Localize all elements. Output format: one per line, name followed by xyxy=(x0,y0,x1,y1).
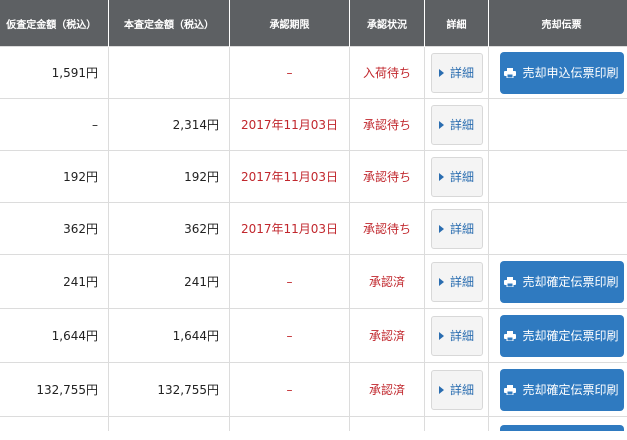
header-approval-status: 承認状況 xyxy=(349,0,425,47)
table-row: 192円 192円 2017年11月03日 承認待ち 詳細 xyxy=(0,150,627,203)
final-amount xyxy=(108,46,230,99)
detail-button-label: 詳細 xyxy=(449,222,474,236)
approval-deadline: 2017年11月03日 xyxy=(229,150,350,203)
approval-deadline: – xyxy=(229,308,350,363)
header-approval-deadline: 承認期限 xyxy=(229,0,350,47)
header-detail: 詳細 xyxy=(424,0,489,47)
table-row: –2,314円 2017年11月03日 承認待ち 詳細 xyxy=(0,98,627,151)
detail-cell: 詳細 xyxy=(424,150,489,203)
detail-cell: 詳細 xyxy=(424,254,489,309)
triangle-right-icon xyxy=(438,224,444,233)
header-provisional-amount: 仮査定金額（税込） xyxy=(0,0,109,47)
approval-status: 承認待ち xyxy=(349,202,425,255)
detail-button-label: 詳細 xyxy=(449,66,474,80)
header-final-amount: 本査定金額（税込） xyxy=(108,0,230,47)
print-slip-label: 売却確定伝票印刷 xyxy=(522,329,619,343)
print-slip-label: 売却確定伝票印刷 xyxy=(522,383,619,397)
approval-status: 承認済 xyxy=(349,254,425,309)
table-row: 1,591円 – 入荷待ち 詳細 売却申込伝票印刷 xyxy=(0,46,627,99)
provisional-amount: – xyxy=(0,98,109,151)
table-row: 132,755円 132,755円 – 承認済 詳細 売却確定伝票印刷 xyxy=(0,362,627,417)
detail-cell: 詳細 xyxy=(424,46,489,99)
final-amount: 241円 xyxy=(108,254,230,309)
detail-button-label: 詳細 xyxy=(449,383,474,397)
slip-cell: 売却申込伝票印刷 xyxy=(488,46,627,99)
provisional-amount: 1,644円 xyxy=(0,308,109,363)
print-slip-button[interactable]: 売却申込伝票印刷 xyxy=(499,51,624,94)
table-header-row: 仮査定金額（税込） 本査定金額（税込） 承認期限 承認状況 詳細 売却伝票 xyxy=(0,0,627,47)
final-amount: 1,644円 xyxy=(108,308,230,363)
print-slip-label: 売却確定伝票印刷 xyxy=(522,275,619,289)
provisional-amount: 362円 xyxy=(0,202,109,255)
print-slip-button-partial[interactable] xyxy=(499,425,624,431)
detail-button[interactable]: 詳細 xyxy=(430,315,483,356)
table-row: 1,644円 1,644円 – 承認済 詳細 売却確定伝票印刷 xyxy=(0,308,627,363)
detail-button-label: 詳細 xyxy=(449,329,474,343)
detail-cell: 詳細 xyxy=(424,202,489,255)
detail-button[interactable]: 詳細 xyxy=(430,208,483,249)
detail-button[interactable]: 詳細 xyxy=(430,52,483,93)
print-slip-button[interactable]: 売却確定伝票印刷 xyxy=(499,260,624,303)
sales-table: 仮査定金額（税込） 本査定金額（税込） 承認期限 承認状況 詳細 売却伝票 1,… xyxy=(0,0,627,431)
provisional-amount: 192円 xyxy=(0,150,109,203)
triangle-right-icon xyxy=(438,120,444,129)
detail-button[interactable]: 詳細 xyxy=(430,104,483,145)
approval-deadline: – xyxy=(229,46,350,99)
approval-deadline: – xyxy=(229,362,350,417)
approval-status: 承認済 xyxy=(349,362,425,417)
approval-status: 入荷待ち xyxy=(349,46,425,99)
final-amount: 192円 xyxy=(108,150,230,203)
triangle-right-icon xyxy=(438,68,444,77)
approval-status: 承認待ち xyxy=(349,150,425,203)
provisional-amount: 132,755円 xyxy=(0,362,109,417)
detail-cell: 詳細 xyxy=(424,98,489,151)
triangle-right-icon xyxy=(438,331,444,340)
detail-button-label: 詳細 xyxy=(449,275,474,289)
triangle-right-icon xyxy=(438,277,444,286)
detail-button[interactable]: 詳細 xyxy=(430,369,483,410)
print-slip-button[interactable]: 売却確定伝票印刷 xyxy=(499,314,624,357)
slip-cell: 売却確定伝票印刷 xyxy=(488,308,627,363)
detail-button[interactable]: 詳細 xyxy=(430,156,483,197)
approval-status: 承認済 xyxy=(349,308,425,363)
provisional-amount: 241円 xyxy=(0,254,109,309)
header-sales-slip: 売却伝票 xyxy=(488,0,627,47)
detail-cell: 詳細 xyxy=(424,362,489,417)
detail-cell: 詳細 xyxy=(424,308,489,363)
approval-status: 承認待ち xyxy=(349,98,425,151)
print-slip-label: 売却申込伝票印刷 xyxy=(522,66,619,80)
table-row: 362円 362円 2017年11月03日 承認待ち 詳細 xyxy=(0,202,627,255)
table-row-partial xyxy=(0,416,627,431)
detail-button[interactable]: 詳細 xyxy=(430,261,483,302)
triangle-right-icon xyxy=(438,385,444,394)
slip-cell: 売却確定伝票印刷 xyxy=(488,254,627,309)
provisional-amount: 1,591円 xyxy=(0,46,109,99)
print-slip-button[interactable]: 売却確定伝票印刷 xyxy=(499,368,624,411)
triangle-right-icon xyxy=(438,172,444,181)
printer-icon xyxy=(504,67,517,78)
approval-deadline: 2017年11月03日 xyxy=(229,202,350,255)
table-row: 241円 241円 – 承認済 詳細 売却確定伝票印刷 xyxy=(0,254,627,309)
approval-deadline: 2017年11月03日 xyxy=(229,98,350,151)
slip-cell: 売却確定伝票印刷 xyxy=(488,362,627,417)
final-amount: 132,755円 xyxy=(108,362,230,417)
slip-cell xyxy=(488,98,627,151)
table-body: 1,591円 – 入荷待ち 詳細 売却申込伝票印刷 –2,314円 2017年11月03日承… xyxy=(0,46,627,431)
detail-button-label: 詳細 xyxy=(449,118,474,132)
slip-cell xyxy=(488,150,627,203)
final-amount: 2,314円 xyxy=(108,98,230,151)
printer-icon xyxy=(504,330,517,341)
detail-button-label: 詳細 xyxy=(449,170,474,184)
printer-icon xyxy=(504,384,517,395)
slip-cell xyxy=(488,202,627,255)
final-amount: 362円 xyxy=(108,202,230,255)
printer-icon xyxy=(504,276,517,287)
approval-deadline: – xyxy=(229,254,350,309)
